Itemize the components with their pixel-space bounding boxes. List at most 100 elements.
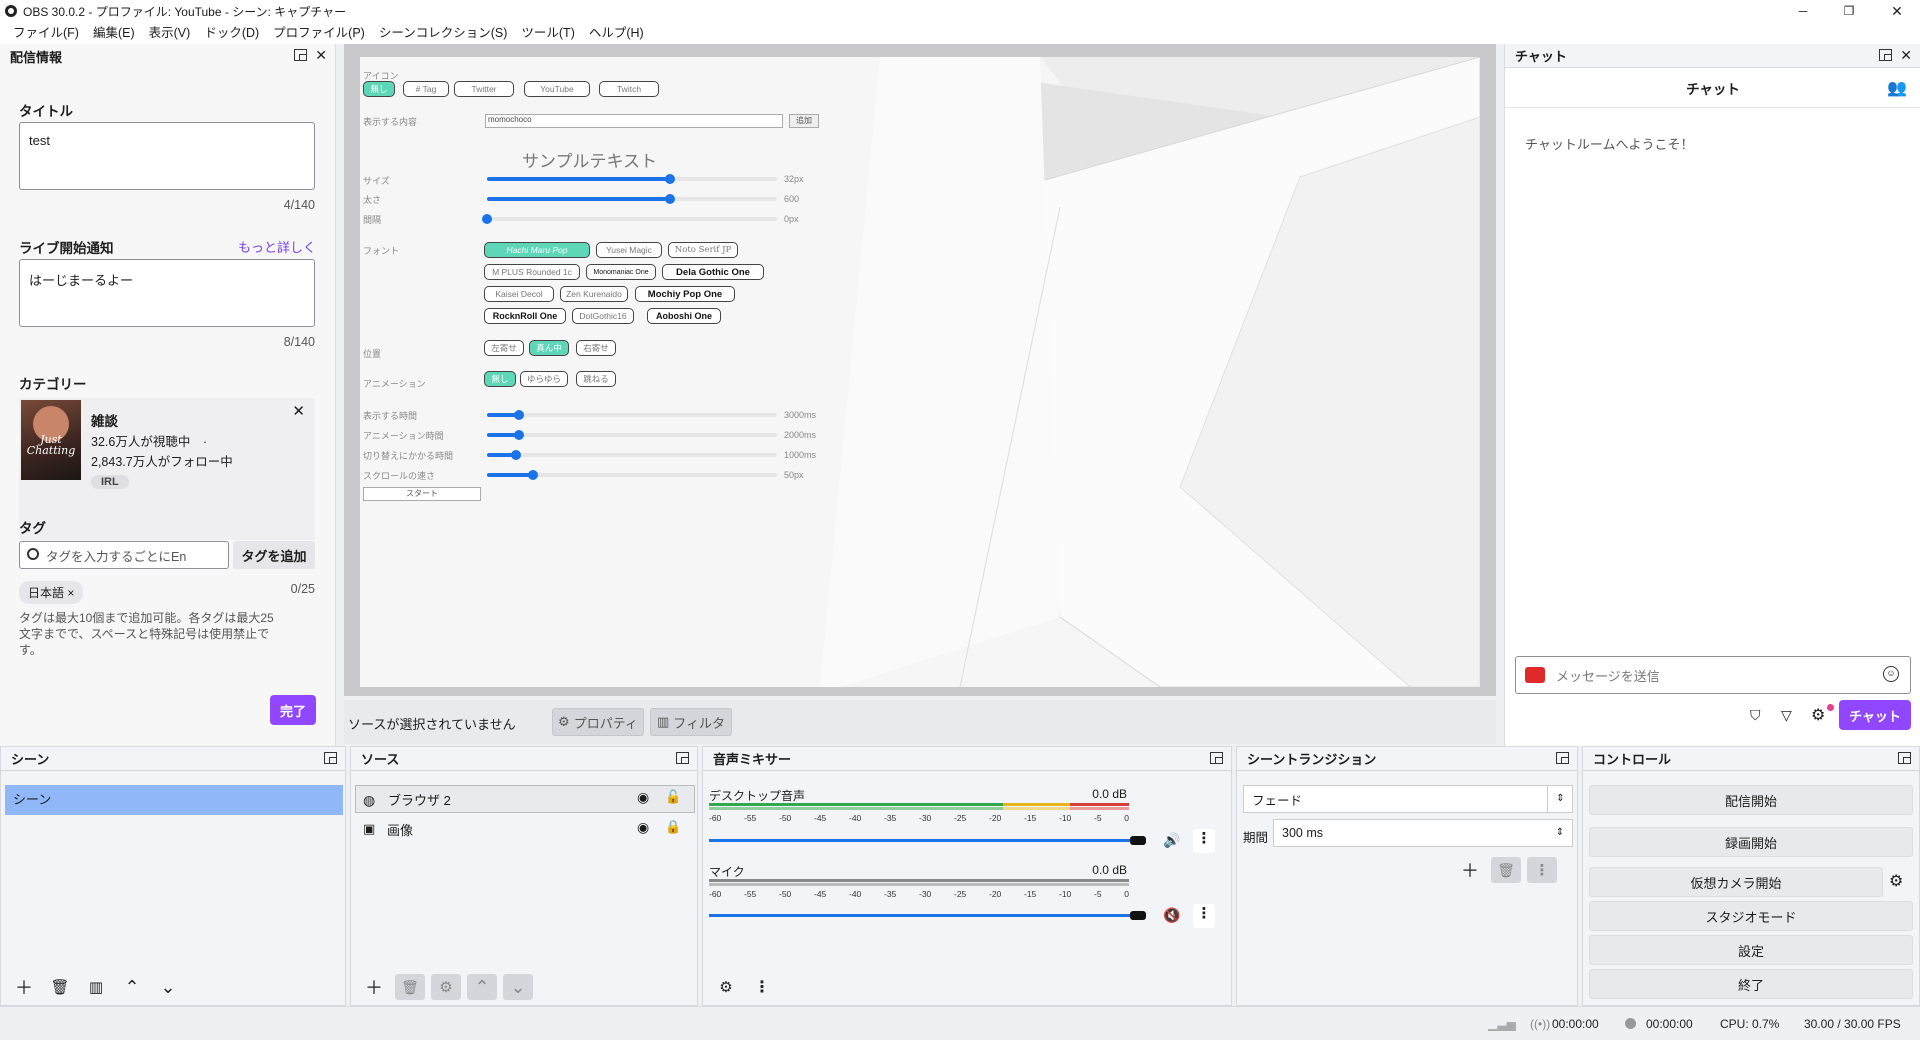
duration-input[interactable]: 300 ms [1273, 819, 1573, 847]
pos-chip-center[interactable]: 真ん中 [529, 340, 569, 356]
shield-icon[interactable]: ⛉ [1750, 707, 1761, 724]
source-down-button[interactable]: ⌄ [503, 974, 533, 1000]
float-icon[interactable] [676, 752, 689, 764]
notice-input[interactable]: はーじまーるよー [19, 259, 315, 327]
anim-chip-none[interactable]: 無し [484, 371, 516, 387]
menu-file[interactable]: ファイル(F) [6, 22, 86, 44]
minimize-button[interactable]: ─ [1780, 0, 1826, 22]
maximize-button[interactable]: ❐ [1826, 0, 1872, 22]
font-chip-rocknroll[interactable]: RocknRoll One [484, 308, 566, 324]
icon-chip-youtube[interactable]: YouTube [524, 81, 590, 97]
float-icon[interactable] [1898, 752, 1911, 764]
properties-button[interactable]: ⚙ プロパティ [552, 708, 644, 736]
mic-volume-slider[interactable] [709, 914, 1147, 917]
close-button[interactable]: ✕ [1874, 0, 1920, 22]
mic-volume-knob[interactable] [1130, 911, 1147, 920]
remove-source-button[interactable]: 🗑 [395, 974, 425, 1000]
scene-up-button[interactable]: ⌃ [117, 974, 147, 1000]
font-chip-hachi-maru-pop[interactable]: Hachi Maru Pop [484, 242, 590, 258]
add-source-button[interactable]: ＋ [359, 974, 389, 1000]
font-chip-zen-kurenaido[interactable]: Zen Kurenaido [560, 286, 628, 302]
learn-more-link[interactable]: もっと詳しく [238, 237, 316, 256]
filters-button[interactable]: ▥ フィルタ [650, 708, 732, 736]
exit-button[interactable]: 終了 [1589, 969, 1913, 999]
scene-item[interactable]: シーン [5, 785, 343, 815]
spin-arrows-icon[interactable]: ⇕ [1547, 819, 1573, 847]
float-icon[interactable] [1879, 49, 1893, 61]
icon-chip-none[interactable]: 無し [363, 81, 395, 97]
unlock-icon[interactable]: 🔓 [665, 789, 681, 805]
lock-icon[interactable]: 🔒 [665, 819, 681, 835]
select-arrows-icon[interactable]: ⇕ [1547, 785, 1573, 813]
icon-chip-twitter[interactable]: Twitter [454, 81, 514, 97]
font-chip-mplus-rounded[interactable]: M PLUS Rounded 1c [484, 264, 580, 280]
add-tag-button[interactable]: タグを追加 [233, 541, 315, 569]
menu-view[interactable]: 表示(V) [142, 22, 198, 44]
mixer-menu-button[interactable]: ⋮ [747, 974, 777, 1000]
font-chip-dela-gothic[interactable]: Dela Gothic One [662, 264, 764, 280]
icon-chip-tag[interactable]: # Tag [403, 81, 449, 97]
add-transition-button[interactable]: ＋ [1455, 857, 1485, 883]
weight-slider[interactable] [487, 194, 777, 204]
speaker-icon[interactable]: 🔊 [1163, 832, 1180, 849]
font-chip-dotgothic[interactable]: DotGothic16 [572, 308, 634, 324]
users-icon[interactable]: 👥 [1887, 78, 1907, 98]
close-icon[interactable]: ✕ [1900, 48, 1912, 62]
desktop-more-icon[interactable]: ⋮ [1193, 829, 1215, 853]
title-input[interactable]: test [19, 122, 315, 190]
chat-message-input[interactable]: メッセージを送信 [1515, 656, 1911, 694]
start-button[interactable]: スタート [363, 487, 481, 501]
pos-chip-left[interactable]: 左寄せ [484, 340, 524, 356]
float-icon[interactable] [294, 49, 308, 61]
transition-select[interactable]: フェード [1243, 785, 1573, 813]
menu-profile[interactable]: プロファイル(P) [266, 22, 372, 44]
pos-chip-right[interactable]: 右寄せ [576, 340, 616, 356]
float-icon[interactable] [324, 752, 337, 764]
tag-chip[interactable]: 日本語 × [19, 581, 84, 604]
source-up-button[interactable]: ⌃ [467, 974, 497, 1000]
time-slider-1[interactable] [487, 430, 777, 440]
remove-scene-button[interactable]: 🗑 [45, 974, 75, 1000]
font-chip-monomaniac[interactable]: Monomaniac One [586, 264, 656, 280]
start-recording-button[interactable]: 録画開始 [1589, 827, 1913, 857]
content-input[interactable]: momochoco [485, 114, 783, 128]
advanced-audio-button[interactable]: ⚙ [711, 974, 741, 1000]
anim-chip-sway[interactable]: ゆらゆら [520, 371, 568, 387]
content-add-button[interactable]: 追加 [789, 114, 819, 128]
font-chip-noto-serif[interactable]: Noto Serif JP [668, 242, 738, 258]
scene-down-button[interactable]: ⌄ [153, 974, 183, 1000]
float-icon[interactable] [1210, 752, 1223, 764]
visibility-icon[interactable]: ◉ [637, 789, 649, 806]
font-chip-aoboshi[interactable]: Aoboshi One [647, 308, 721, 324]
desktop-volume-knob[interactable] [1130, 836, 1147, 845]
font-chip-mochiy-pop[interactable]: Mochiy Pop One [635, 286, 735, 302]
preview-canvas[interactable]: アイコン 無し # Tag Twitter YouTube Twitch 表示す… [360, 57, 1480, 687]
emoji-icon[interactable]: ☺ [1883, 666, 1899, 682]
settings-button[interactable]: 設定 [1589, 935, 1913, 965]
menu-dock[interactable]: ドック(D) [197, 22, 266, 44]
source-properties-button[interactable]: ⚙ [431, 974, 461, 1000]
time-slider-3[interactable] [487, 470, 777, 480]
desktop-volume-slider[interactable] [709, 839, 1147, 842]
tag-input[interactable]: タグを入力するごとにEn [19, 541, 229, 569]
spacing-slider[interactable] [482, 214, 777, 224]
visibility-icon[interactable]: ◉ [637, 819, 649, 836]
badge-icon[interactable]: ▽ [1781, 707, 1792, 724]
float-icon[interactable] [1556, 752, 1569, 764]
icon-chip-twitch[interactable]: Twitch [599, 81, 659, 97]
transition-menu-button[interactable]: ⋮ [1527, 857, 1557, 883]
anim-chip-bounce[interactable]: 跳ねる [576, 371, 616, 387]
remove-transition-button[interactable]: 🗑 [1491, 857, 1521, 883]
start-streaming-button[interactable]: 配信開始 [1589, 785, 1913, 815]
chat-settings-icon[interactable]: ⚙ [1811, 705, 1825, 725]
scene-filter-button[interactable]: ▥ [81, 974, 111, 1000]
remove-category-icon[interactable]: ✕ [292, 402, 305, 420]
menu-edit[interactable]: 編集(E) [86, 22, 142, 44]
add-scene-button[interactable]: ＋ [9, 974, 39, 1000]
start-virtual-camera-button[interactable]: 仮想カメラ開始 [1589, 867, 1883, 897]
studio-mode-button[interactable]: スタジオモード [1589, 901, 1913, 931]
time-slider-0[interactable] [487, 410, 777, 420]
close-icon[interactable]: ✕ [315, 48, 327, 62]
done-button[interactable]: 完了 [270, 695, 316, 725]
time-slider-2[interactable] [487, 450, 777, 460]
